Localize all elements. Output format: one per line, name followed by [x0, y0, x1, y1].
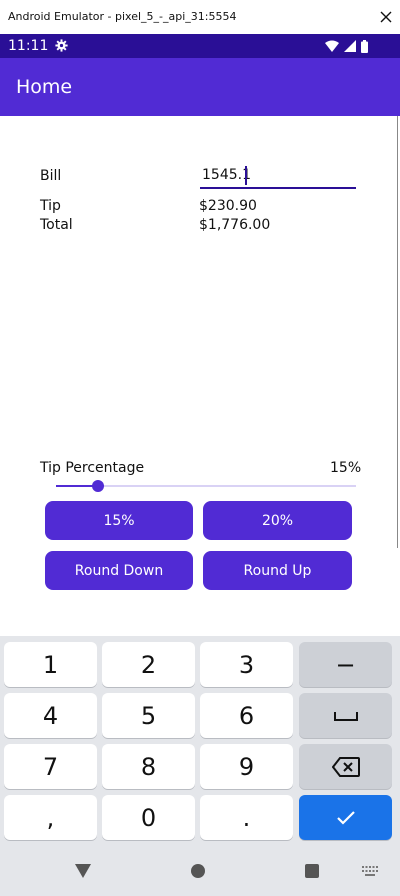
status-icons: [325, 39, 368, 53]
key-period[interactable]: .: [200, 795, 293, 840]
key-0[interactable]: 0: [102, 795, 195, 840]
status-time: 11:11: [8, 38, 49, 54]
key-done[interactable]: [299, 795, 392, 840]
back-icon[interactable]: [74, 863, 92, 879]
text-cursor: [245, 166, 247, 185]
key-2[interactable]: 2: [102, 642, 195, 687]
numeric-keyboard: 1 2 3 − 4 5 6 7 8 9 , 0 .: [0, 636, 400, 846]
bill-input[interactable]: [200, 163, 356, 189]
tip-15-button[interactable]: 15%: [45, 501, 193, 540]
close-icon[interactable]: [378, 9, 394, 25]
key-space[interactable]: [299, 693, 392, 738]
key-backspace[interactable]: [299, 744, 392, 789]
backspace-icon: [331, 756, 360, 777]
key-7[interactable]: 7: [4, 744, 97, 789]
tip-20-button[interactable]: 20%: [203, 501, 352, 540]
navigation-bar: [0, 846, 400, 896]
keyboard-icon[interactable]: [362, 866, 378, 876]
tip-value: $230.90: [199, 198, 257, 214]
divider: [397, 116, 398, 548]
gear-icon: [55, 39, 68, 52]
key-comma[interactable]: ,: [4, 795, 97, 840]
key-1[interactable]: 1: [4, 642, 97, 687]
page-title: Home: [16, 76, 73, 98]
status-bar: 11:11: [0, 34, 400, 58]
signal-icon: [344, 40, 356, 52]
tip-label: Tip: [40, 198, 61, 214]
key-9[interactable]: 9: [200, 744, 293, 789]
key-8[interactable]: 8: [102, 744, 195, 789]
key-4[interactable]: 4: [4, 693, 97, 738]
check-icon: [336, 810, 355, 825]
round-down-button[interactable]: Round Down: [45, 551, 193, 590]
tip-slider-thumb[interactable]: [92, 480, 104, 492]
key-3[interactable]: 3: [200, 642, 293, 687]
wifi-icon: [325, 40, 339, 52]
battery-icon: [361, 39, 368, 53]
home-icon[interactable]: [190, 863, 206, 879]
tip-percentage-label: Tip Percentage: [40, 460, 145, 476]
total-value: $1,776.00: [199, 217, 271, 233]
key-6[interactable]: 6: [200, 693, 293, 738]
space-icon: [333, 711, 358, 721]
recents-icon[interactable]: [305, 864, 319, 878]
key-5[interactable]: 5: [102, 693, 195, 738]
round-up-button[interactable]: Round Up: [203, 551, 352, 590]
emulator-title-bar: Android Emulator - pixel_5_-_api_31:5554: [0, 0, 400, 34]
total-label: Total: [40, 217, 73, 233]
key-minus[interactable]: −: [299, 642, 392, 687]
emulator-title: Android Emulator - pixel_5_-_api_31:5554: [8, 10, 237, 23]
bill-label: Bill: [40, 168, 62, 184]
app-bar: Home: [0, 58, 400, 116]
tip-percentage-value: 15%: [330, 460, 362, 476]
